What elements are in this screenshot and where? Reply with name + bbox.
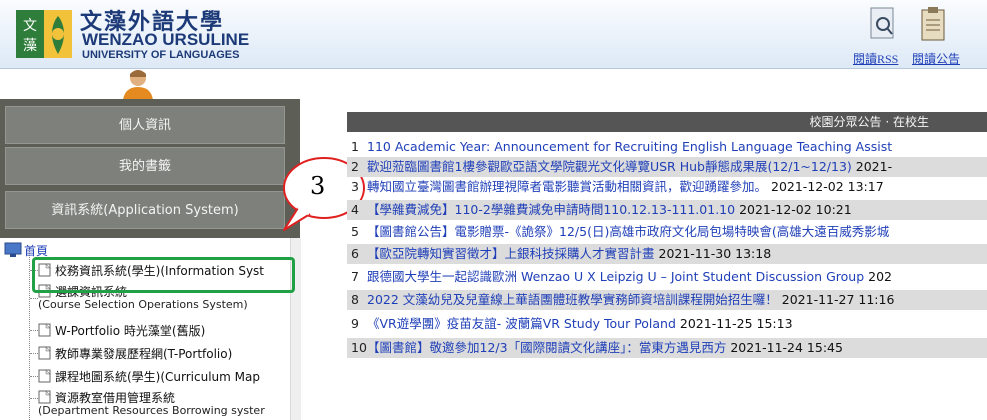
announcement-number: 7 [351,269,359,284]
document-icon [38,346,51,360]
announcement-title-link[interactable]: 【圖書館公告】電影贈票-《詭祭》12/5(日)高雄市政府文化局包場特映會(高雄大… [367,224,889,239]
tree-branch [30,398,38,399]
tree-item-sublabel: (Department Resources Borrowing syster [38,404,265,417]
announcement-title-link[interactable]: 跟德國大學生一起認識歐洲 Wenzao U X Leipzig U – Join… [367,269,864,284]
announcement-date: 2021-11-30 13:18 [658,246,772,261]
announcement-title-link[interactable]: 《VR遊學團》疫苗友誼- 波蘭篇VR Study Tour Poland [367,316,676,331]
announcement-number: 8 [351,292,359,307]
announcement-row: 6 【歐亞院轉知實習徵才】上銀科技採購人才實習計畫 2021-11-30 13:1… [347,244,987,264]
announcement-number: 3 [351,179,359,194]
announcement-number: 10 [351,340,367,355]
announcement-date: 2021-12-02 13:17 [771,179,884,194]
logo-english-name: WENZAO URSULINE [82,30,250,49]
announcement-row: 4 【學雜費減免】110-2學雜費減免申請時間110.12.13-111.01.1… [347,200,987,220]
announcement-title-link[interactable]: 歡迎蒞臨圖書館1樓參觀歐亞語文學院觀光文化導覽USR Hub靜態成果展(12/1… [367,159,852,174]
read-rss-link[interactable]: 閱讀RSS [853,50,898,67]
announcement-number: 6 [351,246,359,261]
tree-item-sublabel: (Course Selection Operations System) [38,298,248,311]
sidebar-menu-panel: 個人資訊 我的書籤 資訊系統(Application System) [0,99,300,238]
announcement-row: 1 110 Academic Year: Announcement for Rec… [347,137,987,157]
tree-item-label: W-Portfolio 時光藻堂(舊版) [55,324,206,338]
home-monitor-icon [4,242,22,257]
tree-branch [30,376,38,377]
highlight-box [32,257,295,293]
username-mask [160,80,210,100]
tree-item-curriculum-map[interactable]: 課程地圖系統(學生)(Curriculum Map [38,368,260,385]
announcement-row: 5 【圖書館公告】電影贈票-《詭祭》12/5(日)高雄市政府文化局包場特映會(高雄… [347,222,987,242]
tree-item-w-portfolio[interactable]: W-Portfolio 時光藻堂(舊版) [38,322,205,339]
announcement-title-link[interactable]: 2022 文藻幼兒及兒童線上華語團體班教學實務師資培訓課程開始招生囉！ [367,292,778,307]
announcement-title-link[interactable]: 【圖書館】敬邀參加12/3「國際閱讀文化講座」：當東方遇見西方 [367,340,726,355]
university-emblem-icon[interactable]: 文 藻 [14,6,74,62]
announcement-title-link[interactable]: 【歐亞院轉知實習徵才】上銀科技採購人才實習計畫 [367,246,655,261]
announcement-row: 2 歡迎蒞臨圖書館1樓參觀歐亞語文學院觀光文化導覽USR Hub靜態成果展(12/… [347,157,987,177]
announcement-date: 2021-11-25 15:13 [679,316,793,331]
announcement-number: 2 [351,159,359,174]
tree-item-label: 教師專業發展歷程網(T-Portfolio) [55,347,233,361]
site-header: 文 藻 文藻外語大學 WENZAO URSULINE UNIVERSITY OF… [0,0,987,69]
announcements-header-title: 校園分眾公告 · 在校生 [809,115,929,129]
document-icon [38,369,51,383]
callout-number: 3 [310,172,326,200]
logo-english-subtitle: UNIVERSITY OF LANGUAGES [82,49,240,61]
document-icon [38,323,51,337]
announcement-date: 2021-11-27 11:16 [781,292,895,307]
announcement-title-link[interactable]: 【學雜費減免】110-2學雜費減免申請時間110.12.13-111.01.10 [367,202,735,217]
svg-text:藻: 藻 [23,38,37,54]
announcement-date: 2021-12-02 10:21 [739,202,852,217]
announcement-row: 10【圖書館】敬邀參加12/3「國際閱讀文化講座」：當東方遇見西方 2021-1… [347,338,987,358]
user-avatar-icon [123,70,153,100]
announcement-date: 2021-11-24 15:45 [730,340,843,355]
announcement-row: 8 2022 文藻幼兒及兒童線上華語團體班教學實務師資培訓課程開始招生囉！ 202… [347,290,987,310]
menu-application-system[interactable]: 資訊系統(Application System) [5,191,285,229]
tree-item-label: 課程地圖系統(學生)(Curriculum Map [55,370,260,384]
menu-my-bookmarks[interactable]: 我的書籤 [5,147,285,185]
tree-branch [30,353,38,354]
announcement-row: 3 轉知國立臺灣圖書館辦理視障者電影聽賞活動相關資訊，歡迎踴躍參加。 2021-1… [347,177,987,197]
announcement-date: 202 [868,269,892,284]
announcement-row: 7 跟德國大學生一起認識歐洲 Wenzao U X Leipzig U – Joi… [347,267,987,287]
tree-item-t-portfolio[interactable]: 教師專業發展歷程網(T-Portfolio) [38,345,232,362]
announcement-number: 9 [351,316,359,331]
tree-item-resource-borrowing[interactable]: 資源教室借用管理系統 (Department Resources Borrowi… [38,390,265,417]
rss-document-icon[interactable] [868,6,896,46]
tree-branch [30,330,38,331]
announcement-number: 5 [351,224,359,239]
announcement-date: 2021- [855,159,893,174]
announcement-number: 1 [351,139,359,154]
document-icon [38,390,51,404]
announcement-row: 9 《VR遊學團》疫苗友誼- 波蘭篇VR Study Tour Poland 20… [347,314,987,334]
tree-item-label: 資源教室借用管理系統 [55,391,176,405]
menu-personal-info[interactable]: 個人資訊 [5,106,285,144]
announcement-title-link[interactable]: 110 Academic Year: Announcement for Recr… [367,139,892,154]
announcement-number: 4 [351,202,359,217]
announcement-title-link[interactable]: 轉知國立臺灣圖書館辦理視障者電影聽賞活動相關資訊，歡迎踴躍參加。 [367,179,767,194]
read-announcements-link[interactable]: 閱讀公告 [912,50,960,67]
notice-board-icon[interactable] [919,6,947,46]
announcements-header: 校園分眾公告 · 在校生 [347,112,987,132]
tree-branch [30,298,38,299]
svg-text:文: 文 [23,18,37,34]
